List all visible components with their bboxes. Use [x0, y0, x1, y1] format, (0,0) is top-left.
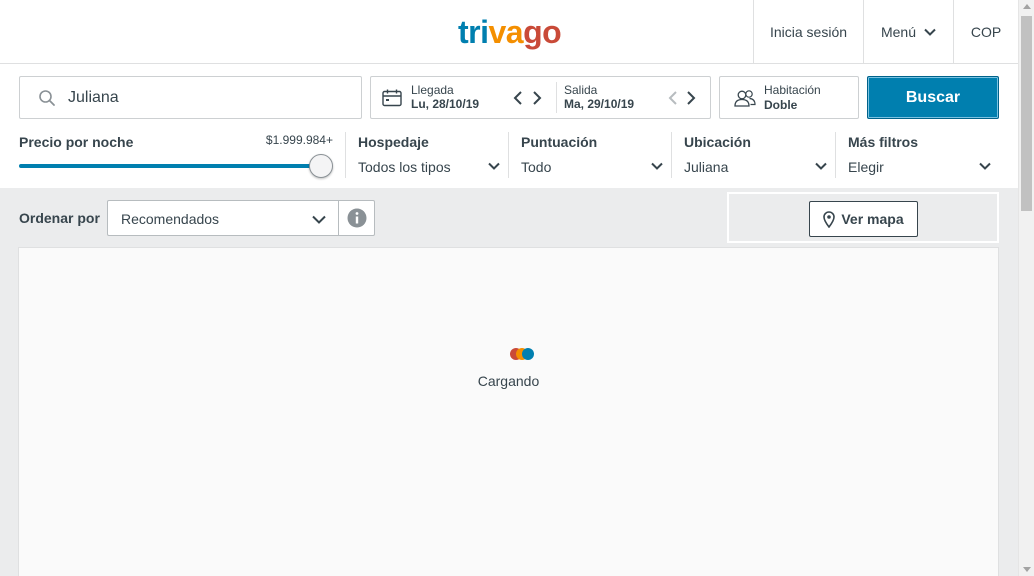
scroll-down-arrow[interactable] — [1023, 567, 1031, 572]
destination-input[interactable]: Juliana — [19, 76, 362, 119]
filter-value: Elegir — [848, 159, 884, 175]
room-label: Habitación — [764, 83, 821, 97]
map-pin-icon — [823, 210, 836, 228]
filter-value: Todos los tipos — [358, 159, 451, 175]
page-scrollbar[interactable] — [1018, 0, 1034, 576]
price-filter: Precio por noche $1.999.984+ — [19, 132, 333, 182]
trivago-logo[interactable]: trivago — [458, 14, 562, 50]
sort-value: Recomendados — [121, 211, 220, 227]
date-picker[interactable]: Llegada Lu, 28/10/19 Salida Ma, 29/10/19 — [370, 76, 711, 119]
chevron-down-icon — [312, 215, 326, 224]
currency-label: COP — [970, 23, 1002, 40]
checkout-prev-icon[interactable] — [668, 90, 678, 106]
sort-info-button[interactable] — [338, 200, 375, 236]
filter-puntuacion[interactable]: Puntuación Todo — [508, 132, 671, 178]
destination-value: Juliana — [68, 88, 119, 106]
scroll-thumb[interactable] — [1021, 16, 1032, 211]
map-panel: Ver mapa — [727, 192, 999, 243]
checkout-field[interactable]: Salida Ma, 29/10/19 — [564, 83, 635, 112]
filter-value: Todo — [521, 159, 552, 175]
date-divider — [556, 82, 557, 113]
checkout-next-icon[interactable] — [686, 90, 696, 106]
login-link[interactable]: Inicia sesión — [753, 0, 863, 63]
checkin-next-icon[interactable] — [532, 90, 542, 106]
search-panel: Juliana Llegada Lu, 28/10/19 Salida Ma, … — [0, 64, 1018, 188]
sort-label: Ordenar por — [19, 210, 100, 226]
logo-part-tri: tri — [458, 14, 489, 50]
filter-label: Hospedaje — [358, 134, 429, 150]
filter-label: Ubicación — [684, 134, 751, 150]
price-label: Precio por noche — [19, 134, 134, 150]
loading-text: Cargando — [477, 373, 540, 389]
menu-label: Menú — [880, 23, 917, 40]
checkout-value: Ma, 29/10/19 — [564, 97, 635, 111]
checkin-prev-icon[interactable] — [513, 90, 523, 106]
sort-bar: Ordenar por Recomendados Ver mapa — [0, 188, 1018, 246]
search-icon — [39, 89, 55, 106]
filter-label: Puntuación — [521, 134, 598, 150]
scroll-up-arrow[interactable] — [1023, 4, 1031, 9]
view-map-label: Ver mapa — [841, 211, 904, 227]
login-label: Inicia sesión — [769, 23, 848, 40]
room-selector[interactable]: Habitación Doble — [719, 76, 859, 119]
filter-mas-filtros[interactable]: Más filtros Elegir — [835, 132, 999, 178]
filter-value: Juliana — [684, 159, 729, 175]
guests-icon — [734, 90, 756, 107]
logo-part-va: va — [488, 14, 524, 50]
view-map-button[interactable]: Ver mapa — [809, 201, 918, 237]
loading-spinner-icon — [510, 348, 534, 360]
chevron-down-icon — [979, 162, 991, 170]
chevron-down-icon — [924, 28, 936, 36]
info-icon — [347, 208, 366, 228]
menu-button[interactable]: Menú — [863, 0, 953, 63]
filter-label: Más filtros — [848, 134, 919, 150]
checkin-field[interactable]: Llegada Lu, 28/10/19 — [411, 83, 480, 112]
room-value: Doble — [764, 98, 798, 112]
logo-part-go: go — [523, 14, 562, 50]
top-header: trivago Inicia sesión Menú COP — [0, 0, 1018, 64]
checkin-label: Llegada — [411, 83, 454, 97]
search-button[interactable]: Buscar — [867, 76, 999, 119]
filter-ubicacion[interactable]: Ubicación Juliana — [671, 132, 835, 178]
calendar-icon — [382, 89, 402, 107]
chevron-down-icon — [651, 162, 663, 170]
sort-select[interactable]: Recomendados — [107, 200, 339, 236]
price-slider-track[interactable] — [19, 164, 319, 168]
currency-selector[interactable]: COP — [953, 0, 1018, 63]
chevron-down-icon — [488, 162, 500, 170]
search-button-label: Buscar — [905, 88, 961, 106]
checkout-label: Salida — [564, 83, 598, 97]
chevron-down-icon — [815, 162, 827, 170]
results-panel: Cargando — [18, 247, 999, 576]
filter-hospedaje[interactable]: Hospedaje Todos los tipos — [345, 132, 508, 178]
checkin-value: Lu, 28/10/19 — [411, 97, 480, 111]
price-slider-handle[interactable] — [309, 154, 333, 178]
price-max-value: $1.999.984+ — [265, 133, 333, 147]
